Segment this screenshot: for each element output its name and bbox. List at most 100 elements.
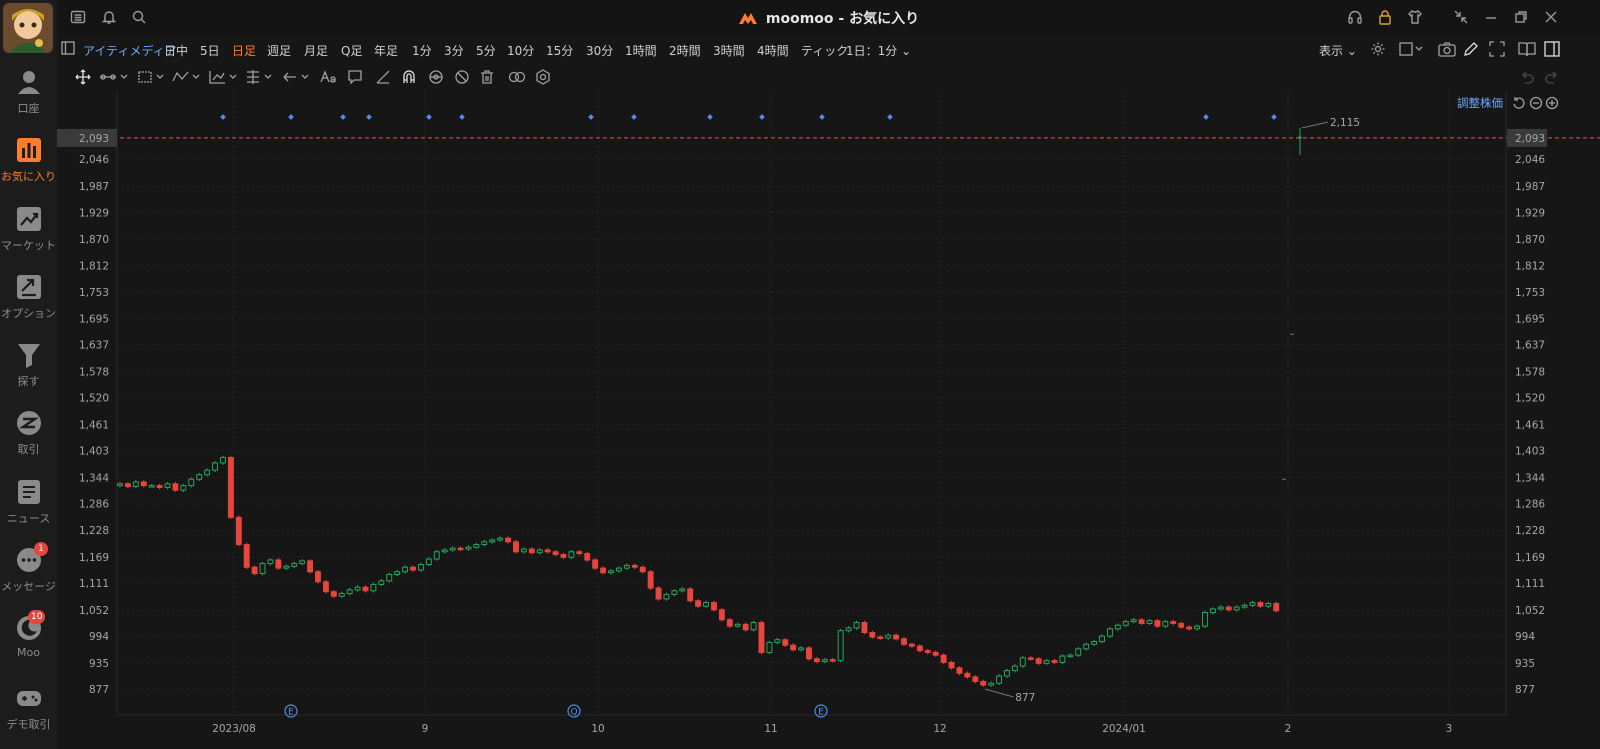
candle-down [410,566,416,571]
candle-down [908,643,915,647]
collapse-icon[interactable] [1453,9,1469,25]
fullscreen-icon[interactable] [1489,41,1505,57]
period-tab[interactable]: 4時間 [757,42,789,59]
period-tab[interactable]: 年足 [374,42,398,59]
candle-up [798,647,805,651]
headset-icon[interactable] [1347,9,1363,25]
period-tab[interactable]: 日中 [164,42,188,59]
period-tab-active[interactable]: 日足 [232,42,256,59]
move-icon[interactable] [75,69,91,85]
candle-down [940,654,947,663]
display-menu[interactable]: 表示 ⌄ [1319,42,1357,59]
pattern-tool-icon[interactable] [172,69,202,85]
rectangle-tool-icon[interactable] [137,69,167,85]
note-tool-icon[interactable] [347,69,363,85]
candle-up [1146,620,1153,624]
y-tick-label: 1,812 [79,260,109,272]
ruler-tool-icon[interactable] [375,69,391,85]
period-tab[interactable]: 10分 [507,42,534,59]
magnet-icon[interactable] [401,69,417,85]
sidebar-item-news[interactable]: ニュース [0,478,57,540]
candle-down [916,645,923,652]
period-tab[interactable]: 3分 [444,42,464,59]
book-icon[interactable] [1518,41,1536,57]
period-tab[interactable]: ティック [801,42,848,59]
event-marker-label: E [288,708,294,718]
y-tick-label: 2,046 [1515,154,1545,166]
candle-up [449,547,456,551]
sidebar-item-moo[interactable]: 10 Moo [0,610,57,676]
lock-icon[interactable] [1377,9,1393,25]
candle-up [378,580,385,585]
period-tab[interactable]: 1分 [412,42,432,59]
sidebar-panel-icon[interactable] [1544,41,1560,57]
candlestick-chart[interactable]: 2,093 2,093 2,046 1,987 1,929 1,870 1,812 1,75… [57,91,1600,749]
candle-down [528,548,535,554]
indicator-tool-icon[interactable] [209,69,239,85]
y-tick-label: 1,344 [79,472,109,484]
close-icon[interactable] [1543,9,1559,25]
reset-icon[interactable] [1512,96,1526,110]
gear-icon[interactable] [1370,41,1386,57]
sidebar-item-options[interactable]: オプション [0,273,57,335]
candle-up [1194,625,1201,630]
candle-down [726,619,733,627]
trash-icon[interactable] [479,69,495,85]
event-dot [1271,114,1277,120]
period-tab[interactable]: 15分 [546,42,573,59]
x-tick-label: 10 [591,723,604,735]
company-name[interactable]: アイティメディア [83,42,177,59]
period-tab[interactable]: 3時間 [713,42,745,59]
sidebar-item-demo[interactable]: デモ取引 [0,684,57,746]
redo-icon[interactable] [1544,69,1560,85]
undo-icon[interactable] [1519,69,1535,85]
interval-select[interactable]: 1日：1分 ⌄ [846,42,911,59]
shirt-icon[interactable] [1407,9,1423,25]
arrow-tool-icon[interactable] [282,69,312,85]
y-tick-label: 994 [89,631,109,643]
text-tool-icon[interactable] [319,69,337,85]
minimize-icon[interactable] [1483,9,1499,25]
candle-up [1106,628,1113,637]
low-annotation: 877 [1015,692,1035,704]
period-tab[interactable]: Q足 [341,42,362,59]
trendline-tool-icon[interactable] [99,69,129,85]
candle-up [1122,621,1129,626]
period-tab[interactable]: 30分 [586,42,613,59]
camera-icon[interactable] [1438,41,1456,57]
compare-icon[interactable] [508,69,526,85]
panel-toggle-icon[interactable] [61,41,75,55]
period-tab[interactable]: 月足 [304,42,328,59]
zoom-in-icon[interactable] [1545,96,1559,110]
y-tick-label: 1,286 [1515,499,1545,511]
layout-select-icon[interactable] [1399,41,1425,57]
price-chart[interactable]: 2,093 2,093 2,046 1,987 1,929 1,870 1,812 1,75… [57,91,1600,749]
period-tab[interactable]: 2時間 [669,42,701,59]
hide-drawings-icon[interactable] [454,69,470,85]
zoom-out-icon[interactable] [1529,96,1543,110]
sidebar-item-market[interactable]: マーケット [0,205,57,267]
eye-lock-icon[interactable] [427,69,445,85]
sidebar-item-messages[interactable]: 1 メッセージ [0,542,57,608]
sidebar-item-account[interactable]: 口座 [0,68,57,130]
candle-up [1114,624,1121,630]
settings-icon[interactable] [535,69,551,85]
candle-down [829,659,836,662]
pencil-icon[interactable] [1463,41,1479,57]
candle-down [790,644,797,651]
period-tab[interactable]: 5日 [200,42,220,59]
period-tab[interactable]: 1時間 [625,42,657,59]
period-tab[interactable]: 週足 [267,42,291,59]
adjusted-price-label[interactable]: 調整株価 [1457,95,1503,111]
candle-up [1265,602,1272,607]
sidebar-item-trade[interactable]: 取引 [0,409,57,471]
candle-up [489,539,496,543]
avatar[interactable] [3,3,53,53]
fibonacci-tool-icon[interactable] [245,69,275,85]
x-tick-label: 2023/08 [212,723,256,735]
period-tab[interactable]: 5分 [476,42,496,59]
sidebar-item-screener[interactable]: 探す [0,341,57,403]
restore-icon[interactable] [1513,9,1529,25]
candle-up [219,457,226,464]
sidebar-item-watchlist[interactable]: お気に入り [0,136,57,198]
